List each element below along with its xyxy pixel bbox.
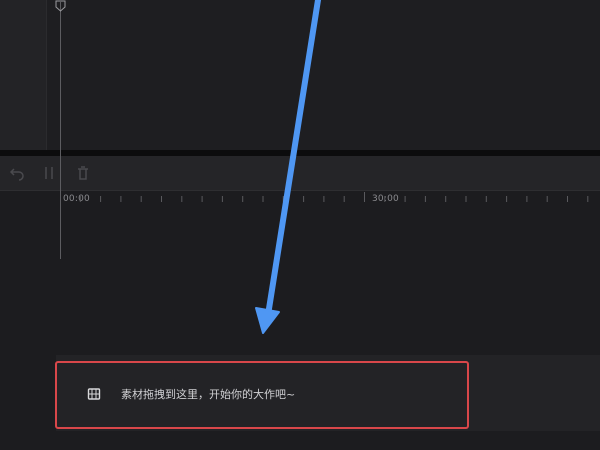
video-editor-window: 00:00 30:00 素材拖拽到这里，开始你的大作吧~ [0, 0, 600, 450]
delete-icon[interactable] [75, 165, 91, 181]
timeline-toolbar [0, 156, 600, 191]
media-sidebar [0, 0, 47, 150]
playhead-handle[interactable] [55, 0, 66, 12]
preview-panel [47, 0, 600, 150]
time-ruler[interactable] [60, 191, 600, 207]
highlight-box [55, 361, 469, 429]
undo-icon[interactable] [9, 165, 25, 181]
split-icon[interactable] [41, 165, 57, 181]
playhead-line[interactable] [60, 2, 61, 259]
